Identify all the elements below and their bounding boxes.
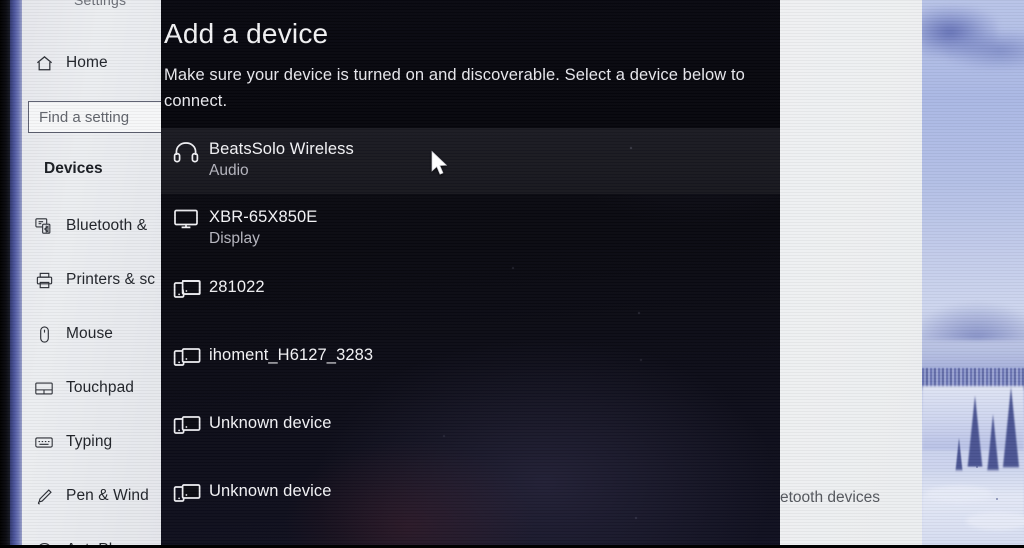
device-name: 281022: [209, 278, 265, 296]
sidebar-item-home[interactable]: Home: [22, 42, 162, 84]
window-left-border: [10, 0, 22, 548]
add-a-device-flyout: Add a device Make sure your device is tu…: [161, 0, 780, 548]
generic-device-icon: [161, 482, 209, 504]
wallpaper-pine-tree: [967, 395, 983, 467]
device-list-item[interactable]: BeatsSolo Wireless Audio: [161, 128, 780, 194]
sidebar-item-home-label: Home: [66, 54, 108, 71]
sidebar-item-bluetooth-label: Bluetooth &: [66, 217, 148, 234]
settings-sidebar: Settings Home Find a setting Devices Blu…: [22, 0, 162, 548]
search-input[interactable]: Find a setting: [28, 101, 162, 133]
device-text-block: BeatsSolo Wireless Audio: [209, 140, 780, 180]
sidebar-item-mouse-label: Mouse: [66, 325, 114, 342]
generic-device-icon: [161, 278, 209, 300]
wallpaper-snowbank: [922, 470, 1024, 548]
sidebar-item-mouse[interactable]: Mouse: [22, 313, 162, 355]
device-list-item[interactable]: ihoment_H6127_3283: [161, 332, 780, 398]
wallpaper-pine-tree: [986, 414, 1000, 476]
sidebar-item-printers-label: Printers & sc: [66, 271, 156, 288]
device-type: Audio: [209, 162, 249, 179]
monitor-bezel-left: [0, 0, 10, 548]
device-name: BeatsSolo Wireless: [209, 140, 354, 158]
search-input-placeholder: Find a setting: [39, 108, 130, 126]
bluetooth-devices-partial-label: etooth devices: [780, 489, 880, 506]
flyout-subtitle: Make sure your device is turned on and d…: [164, 66, 745, 110]
device-name: Unknown device: [209, 414, 332, 432]
wallpaper-snow-mound: [926, 486, 992, 502]
pen-icon: [22, 487, 66, 506]
device-text-block: Unknown device: [209, 414, 780, 433]
wallpaper-speck: [996, 498, 998, 500]
mouse-icon: [22, 325, 66, 344]
wallpaper-ridge: [922, 300, 1024, 340]
bluetooth-devices-icon: [22, 217, 66, 235]
wallpaper-cloud: [944, 30, 1024, 70]
printer-icon: [22, 271, 66, 290]
sidebar-item-pen[interactable]: Pen & Wind: [22, 475, 162, 517]
sidebar-item-bluetooth[interactable]: Bluetooth &: [22, 205, 162, 247]
wallpaper-pine-tree: [1002, 386, 1020, 468]
device-name: ihoment_H6127_3283: [209, 346, 374, 364]
desktop-wallpaper: [922, 0, 1024, 548]
sidebar-item-typing-label: Typing: [66, 433, 113, 450]
device-text-block: Unknown device: [209, 482, 780, 501]
device-name: Unknown device: [209, 482, 332, 500]
headphones-icon: [161, 140, 209, 164]
device-list-item[interactable]: Unknown device: [161, 400, 780, 466]
device-type: Display: [209, 230, 260, 247]
device-text-block: XBR-65X850E Display: [209, 208, 780, 248]
sidebar-section-heading-devices: Devices: [44, 160, 103, 177]
wallpaper-snow-mound: [966, 512, 1024, 530]
device-name: XBR-65X850E: [209, 208, 318, 226]
flyout-header: Add a device Make sure your device is tu…: [161, 0, 780, 128]
generic-device-icon: [161, 414, 209, 436]
keyboard-icon: [22, 435, 66, 450]
device-list-item[interactable]: 281022: [161, 264, 780, 330]
sidebar-item-printers[interactable]: Printers & sc: [22, 259, 162, 301]
device-text-block: ihoment_H6127_3283: [209, 346, 780, 365]
device-list-item[interactable]: XBR-65X850E Display: [161, 196, 780, 262]
sidebar-item-touchpad[interactable]: Touchpad: [22, 367, 162, 409]
mouse-cursor: [430, 150, 450, 183]
wallpaper-speck: [976, 466, 978, 468]
app-title: Settings: [74, 0, 127, 8]
monitor-icon: [161, 208, 209, 230]
flyout-title: Add a device: [164, 18, 329, 49]
sidebar-item-pen-label: Pen & Wind: [66, 487, 149, 504]
generic-device-icon: [161, 346, 209, 368]
sidebar-item-touchpad-label: Touchpad: [66, 379, 135, 396]
device-list-item[interactable]: Unknown device: [161, 468, 780, 534]
home-icon: [22, 54, 66, 73]
screen-photo: etooth devices Settings Home Find a sett…: [0, 0, 1024, 548]
touchpad-icon: [22, 380, 66, 397]
device-text-block: 281022: [209, 278, 780, 297]
sidebar-item-typing[interactable]: Typing: [22, 421, 162, 463]
